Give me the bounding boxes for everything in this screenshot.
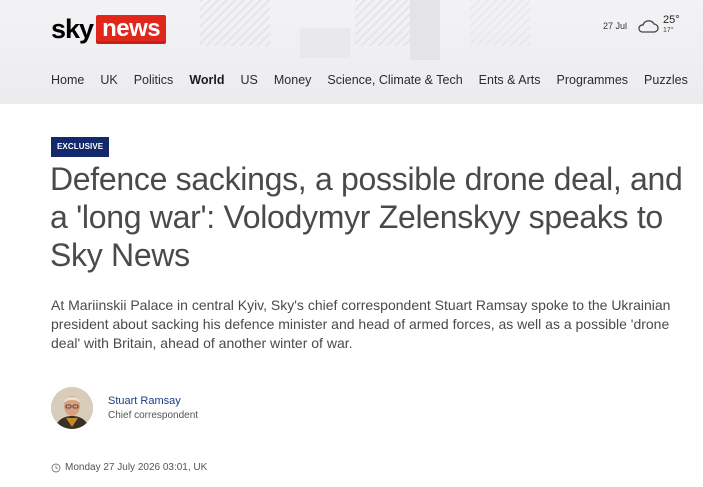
nav-item-science-climate-tech[interactable]: Science, Climate & Tech [327,72,462,88]
nav-item-money[interactable]: Money [274,72,312,88]
clock-icon [51,463,61,473]
author-photo [51,387,93,429]
header-decoration [470,0,530,46]
nav-item-programmes[interactable]: Programmes [557,72,629,88]
author-name-link[interactable]: Stuart Ramsay [108,394,198,408]
main-nav: Home UK Politics World US Money Science,… [51,72,688,88]
nav-item-ents-arts[interactable]: Ents & Arts [479,72,541,88]
header-decoration [200,0,270,46]
nav-item-politics[interactable]: Politics [134,72,174,88]
author-info: Stuart Ramsay Chief correspondent [108,394,198,423]
site-header: sky news 27 Jul 25° 17° Home UK Politics… [0,0,703,104]
nav-item-world[interactable]: World [189,72,224,88]
weather-temps: 25° 17° [663,14,680,35]
timestamp-text: Monday 27 July 2026 03:01, UK [65,462,208,473]
nav-item-us[interactable]: US [241,72,258,88]
article-timestamp: Monday 27 July 2026 03:01, UK [51,462,207,474]
cloud-icon [638,19,659,33]
article-headline: Defence sackings, a possible drone deal,… [50,161,683,273]
nav-item-puzzles[interactable]: Puzzles [644,72,688,88]
header-decoration [410,0,440,60]
weather-low: 17° [663,27,674,34]
avatar[interactable] [51,387,93,429]
sky-news-logo[interactable]: sky news [51,14,167,44]
weather-widget[interactable]: 27 Jul 25° 17° [603,14,680,35]
logo-news-text: news [96,14,167,44]
header-decoration [300,28,350,58]
author-byline: Stuart Ramsay Chief correspondent [51,387,198,429]
nav-item-uk[interactable]: UK [100,72,117,88]
weather-date: 27 Jul [603,20,628,31]
weather-high: 25° [663,14,680,26]
exclusive-badge: EXCLUSIVE [51,137,110,157]
logo-sky-text: sky [51,14,94,44]
nav-item-home[interactable]: Home [51,72,84,88]
header-decoration [355,0,410,46]
author-role: Chief correspondent [108,409,199,421]
article-standfirst: At Mariinskii Palace in central Kyiv, Sk… [51,297,671,351]
